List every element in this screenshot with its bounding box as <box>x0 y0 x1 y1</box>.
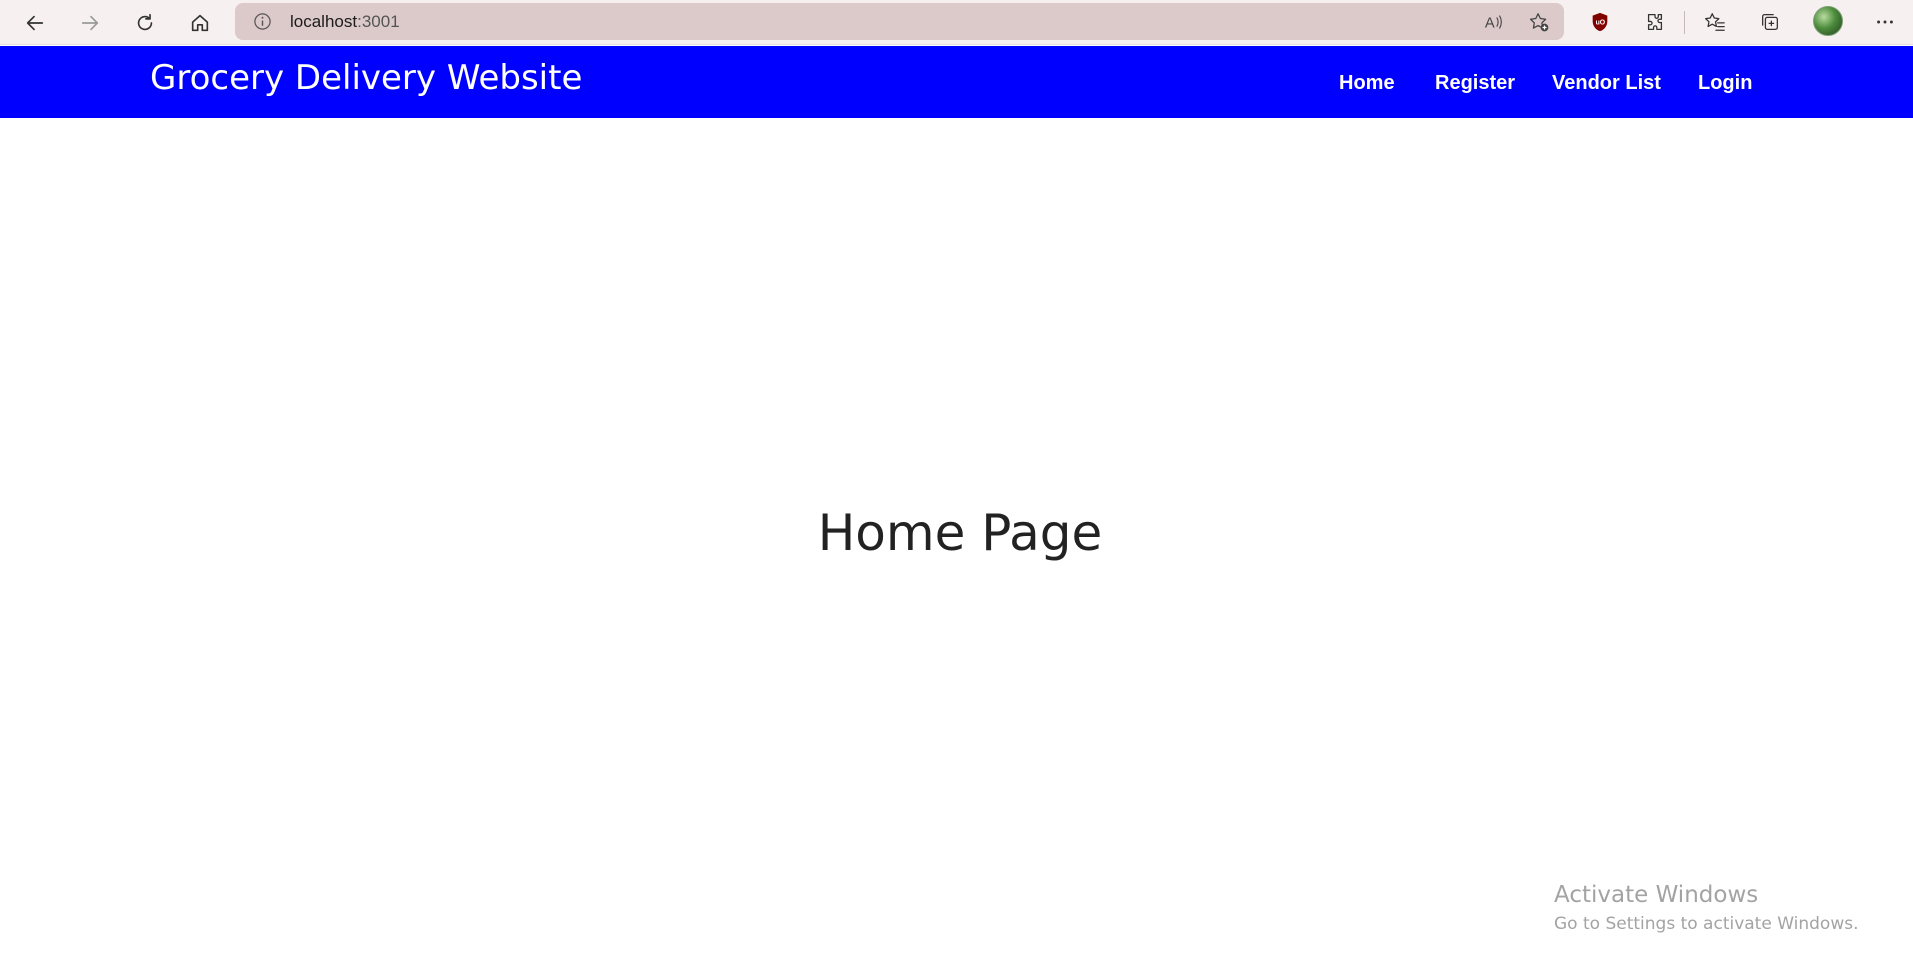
browser-toolbar: localhost:3001 A uO <box>0 0 1913 45</box>
nav-link-register[interactable]: Register <box>1435 72 1515 95</box>
url-text[interactable]: localhost:3001 <box>290 12 400 32</box>
svg-text:uO: uO <box>1596 19 1606 26</box>
info-icon[interactable] <box>253 12 272 31</box>
refresh-button[interactable] <box>128 6 162 40</box>
nav-link-login[interactable]: Login <box>1698 72 1752 95</box>
more-menu-icon[interactable] <box>1871 8 1899 36</box>
address-bar[interactable]: localhost:3001 A <box>235 3 1564 40</box>
nav-link-home[interactable]: Home <box>1339 72 1395 95</box>
url-host: localhost <box>290 12 358 31</box>
ublock-shield-icon[interactable]: uO <box>1586 8 1614 36</box>
home-icon <box>191 14 209 32</box>
favorites-icon[interactable] <box>1701 8 1729 36</box>
refresh-icon <box>137 13 153 31</box>
forward-button[interactable] <box>73 6 107 40</box>
collections-icon[interactable] <box>1756 8 1784 36</box>
page-title: Home Page <box>817 504 1103 562</box>
windows-activation-watermark: Activate Windows Go to Settings to activ… <box>1554 882 1859 934</box>
back-arrow-icon <box>26 15 44 31</box>
url-port: :3001 <box>357 12 400 31</box>
read-aloud-icon[interactable]: A <box>1482 10 1506 34</box>
home-button[interactable] <box>183 6 217 40</box>
svg-text:A: A <box>1485 16 1495 32</box>
nav-link-vendor-list[interactable]: Vendor List <box>1552 72 1661 95</box>
forward-arrow-icon <box>81 15 99 31</box>
watermark-subtitle: Go to Settings to activate Windows. <box>1554 914 1859 934</box>
add-favorite-icon[interactable] <box>1527 10 1551 34</box>
main-nav: Home Register Vendor List Login <box>0 72 1913 102</box>
extensions-puzzle-icon[interactable] <box>1641 8 1669 36</box>
watermark-title: Activate Windows <box>1554 882 1759 908</box>
toolbar-divider <box>1684 11 1685 34</box>
profile-avatar[interactable] <box>1813 6 1843 36</box>
site-header: Grocery Delivery Website Home Register V… <box>0 46 1913 118</box>
back-button[interactable] <box>18 6 52 40</box>
